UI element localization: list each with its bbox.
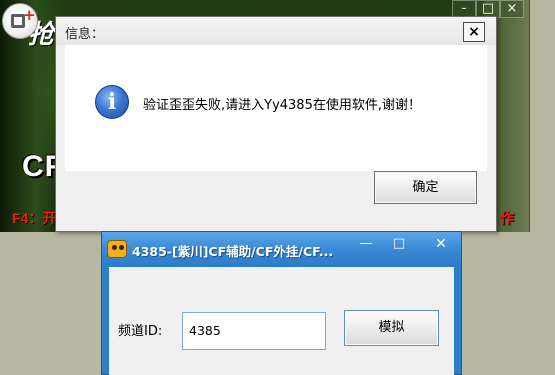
channel-id-label: 频道ID: [118, 324, 163, 339]
ok-button[interactable]: 确定 [374, 171, 477, 204]
tool-window: 4385-[紫川]CF辅助/CF外挂/CF... — □ ✕ 频道ID: 438… [101, 231, 462, 375]
dialog-message: 验证歪歪失败,请进入Yy4385在使用软件,谢谢！ [143, 98, 421, 113]
tool-maximize-button[interactable]: □ [385, 236, 413, 254]
dialog-message-area: i 验证歪歪失败,请进入Yy4385在使用软件,谢谢！ [65, 45, 487, 171]
background-hotkey-text: F4：开 [12, 210, 57, 226]
cat-app-icon [107, 240, 127, 258]
tool-window-title: 4385-[紫川]CF辅助/CF外挂/CF... [132, 244, 334, 259]
dialog-title: 信息： [65, 27, 105, 42]
icon-eye-left [112, 245, 117, 250]
tool-window-body: 频道ID: 4385 模拟 [109, 267, 454, 375]
dialog-titlebar: 信息： × [56, 17, 496, 45]
simulate-button[interactable]: 模拟 [344, 310, 439, 346]
app-logo-icon: + [2, 3, 38, 39]
background-right-text: 作 [500, 211, 514, 227]
tool-close-button[interactable]: ✕ [427, 236, 455, 254]
channel-id-input[interactable]: 4385 [182, 312, 326, 350]
logo-plus-icon: + [23, 6, 36, 24]
info-icon: i [95, 85, 129, 119]
tool-minimize-button[interactable]: — [352, 236, 380, 254]
icon-eye-right [119, 245, 124, 250]
dialog-close-button[interactable]: × [463, 22, 485, 42]
tool-titlebar: 4385-[紫川]CF辅助/CF外挂/CF... — □ ✕ [102, 232, 461, 266]
background-close-button[interactable]: × [500, 0, 524, 18]
info-message-dialog: 信息： × i 验证歪歪失败,请进入Yy4385在使用软件,谢谢！ 确定 [55, 16, 497, 232]
